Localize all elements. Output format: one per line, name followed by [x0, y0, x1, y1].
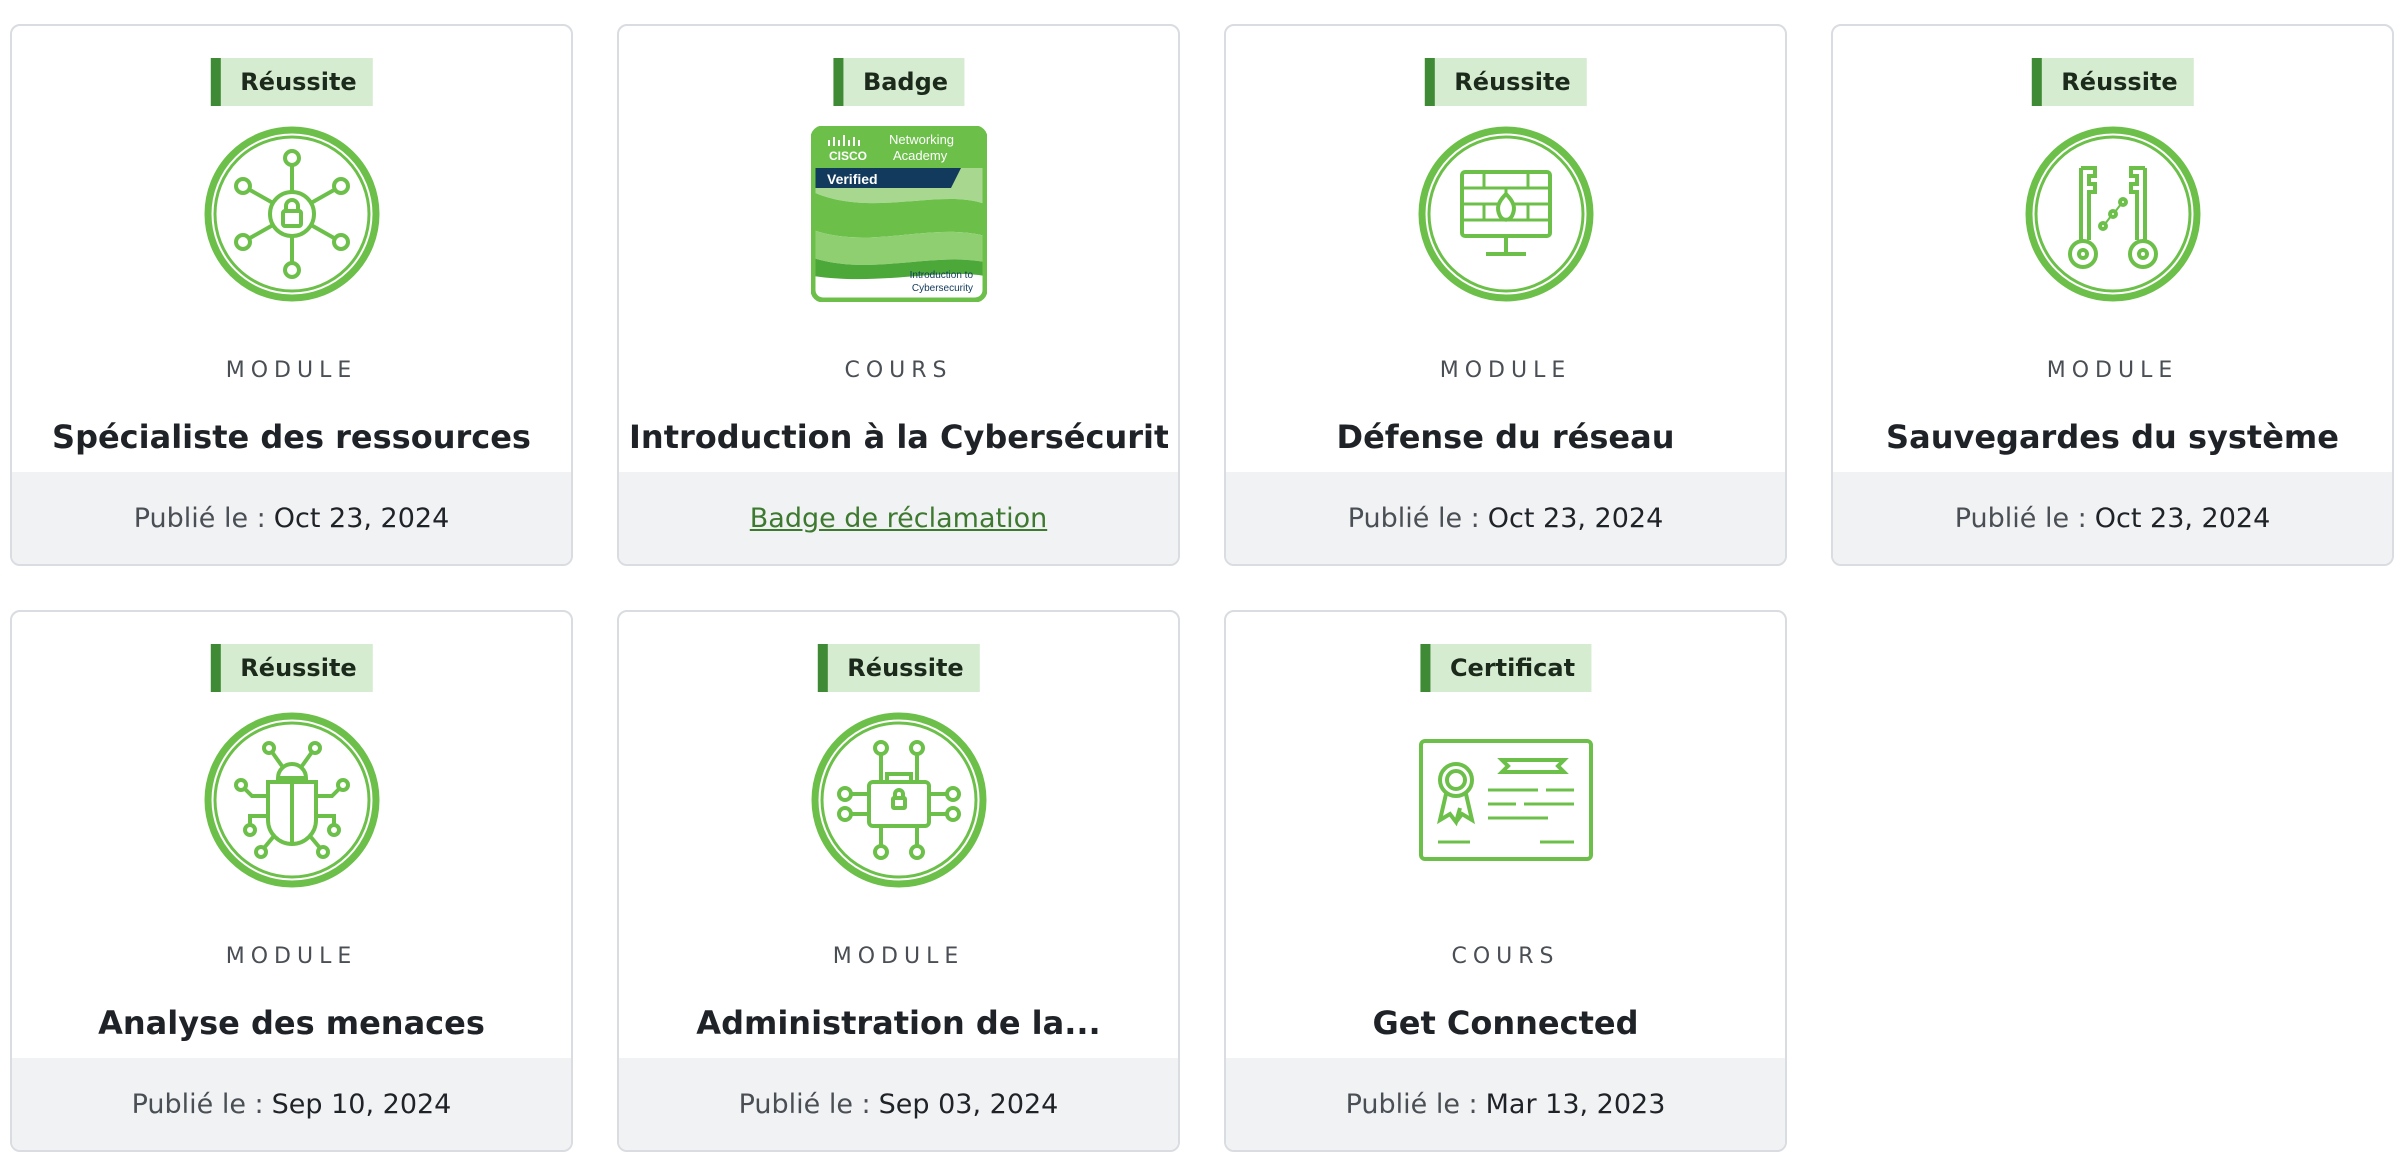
card-title[interactable]: Sauvegardes du système: [1843, 418, 2382, 456]
published-label: Publié le :: [133, 502, 266, 534]
badge-brand-line1: Networking: [889, 132, 954, 147]
badge-course-line1: Introduction to: [909, 270, 973, 281]
bug-icon: [204, 712, 380, 888]
claim-badge-link[interactable]: Badge de réclamation: [750, 503, 1047, 534]
card-type: MODULE: [225, 944, 358, 969]
published-date: Mar 13, 2023: [1485, 1088, 1666, 1120]
card-type: COURS: [844, 358, 953, 383]
card-footer: Publié le : Oct 23, 2024: [1833, 472, 2392, 564]
published-date: Oct 23, 2024: [1487, 502, 1664, 534]
network-lock-icon: [204, 126, 380, 302]
badge-course-line2: Cybersecurity: [911, 283, 972, 294]
card-tag: Réussite: [817, 644, 980, 692]
card-footer: Publié le : Sep 03, 2024: [619, 1058, 1178, 1150]
cisco-badge-icon: CISCO Networking Academy Verified Introd…: [810, 126, 987, 302]
card-type: COURS: [1451, 944, 1560, 969]
card-tag: Réussite: [210, 644, 373, 692]
card-footer: Badge de réclamation: [619, 472, 1178, 564]
published-date: Oct 23, 2024: [273, 502, 450, 534]
card-footer: Publié le : Mar 13, 2023: [1226, 1058, 1785, 1150]
card-type: MODULE: [2046, 358, 2179, 383]
card-type: MODULE: [225, 358, 358, 383]
card-tag: Réussite: [2031, 58, 2194, 106]
achievement-card[interactable]: Réussite MODULE Sauvegardes du système P…: [1831, 24, 2394, 566]
monitor-firewall-icon: [1418, 126, 1594, 302]
card-tag: Réussite: [1424, 58, 1587, 106]
briefcase-network-icon: [811, 712, 987, 888]
card-title[interactable]: Analyse des menaces: [22, 1004, 561, 1042]
card-title[interactable]: Défense du réseau: [1236, 418, 1775, 456]
badge-verified: Verified: [827, 171, 878, 187]
published-date: Sep 10, 2024: [271, 1088, 452, 1120]
achievement-card[interactable]: Badge CISCO Networking Academy Verified …: [617, 24, 1180, 566]
keys-icon: [2025, 126, 2201, 302]
achievement-card[interactable]: Réussite MODULE Administration de la...: [617, 610, 1180, 1152]
card-tag: Certificat: [1419, 644, 1592, 692]
card-title[interactable]: Introduction à la Cybersécurité: [629, 418, 1168, 456]
badge-brand-name: CISCO: [829, 149, 867, 163]
achievements-grid: Réussite MODULE Spécialiste des ressourc…: [0, 0, 2404, 1166]
card-type: MODULE: [832, 944, 965, 969]
published-label: Publié le :: [131, 1088, 264, 1120]
certificate-icon: [1418, 712, 1594, 888]
badge-brand-line2: Academy: [893, 148, 948, 163]
published-date: Oct 23, 2024: [2094, 502, 2271, 534]
achievement-card[interactable]: Réussite MODULE Défense du réseau Publié…: [1224, 24, 1787, 566]
card-tag: Badge: [832, 58, 965, 106]
achievement-card[interactable]: Réussite MODULE Spécialiste des ressourc…: [10, 24, 573, 566]
card-type: MODULE: [1439, 358, 1572, 383]
published-label: Publié le :: [738, 1088, 871, 1120]
card-footer: Publié le : Oct 23, 2024: [12, 472, 571, 564]
card-title[interactable]: Administration de la...: [629, 1004, 1168, 1042]
achievement-card[interactable]: Réussite MODULE Analyse des menaces Publ: [10, 610, 573, 1152]
card-title[interactable]: Get Connected: [1236, 1004, 1775, 1042]
published-label: Publié le :: [1347, 502, 1480, 534]
card-title[interactable]: Spécialiste des ressources: [22, 418, 561, 456]
published-label: Publié le :: [1954, 502, 2087, 534]
published-label: Publié le :: [1345, 1088, 1478, 1120]
card-tag: Réussite: [210, 58, 373, 106]
published-date: Sep 03, 2024: [878, 1088, 1059, 1120]
card-footer: Publié le : Sep 10, 2024: [12, 1058, 571, 1150]
achievement-card[interactable]: Certificat COURS Get Connected Publié le: [1224, 610, 1787, 1152]
card-footer: Publié le : Oct 23, 2024: [1226, 472, 1785, 564]
